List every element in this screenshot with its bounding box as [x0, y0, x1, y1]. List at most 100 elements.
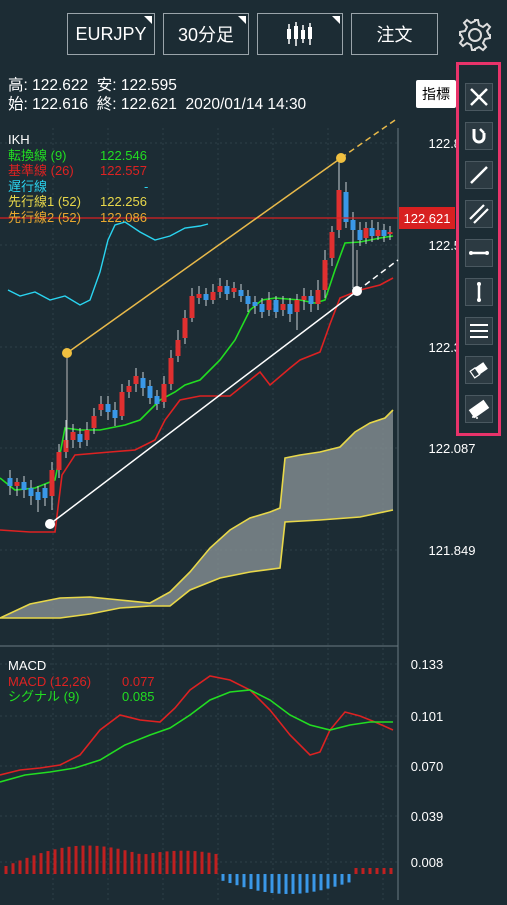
- macd-histogram-bar: [263, 874, 267, 892]
- candle-body: [147, 386, 153, 398]
- macd-histogram-bar: [256, 874, 260, 891]
- macd-axis-label: 0.133: [411, 657, 444, 672]
- close-tool-button[interactable]: [465, 83, 493, 111]
- macd-histogram-bar: [4, 866, 8, 874]
- candle-body: [259, 304, 265, 312]
- ikh-legend: IKH 転換線 (9) 122.546 基準線 (26) 122.557 遅行線 - …: [8, 132, 148, 225]
- signal-value: 0.085: [122, 689, 155, 704]
- gear-icon: [458, 18, 492, 52]
- candle-body: [315, 290, 321, 304]
- macd-histogram-bar: [60, 847, 64, 874]
- timeframe-selector[interactable]: 30分足: [163, 13, 249, 55]
- macd-histogram-bar: [144, 854, 148, 874]
- candle-body: [56, 452, 62, 470]
- candle-body: [231, 288, 237, 292]
- macd-histogram-bar: [179, 850, 183, 874]
- macd-histogram-bar: [39, 853, 43, 874]
- fib-levels-tool-button[interactable]: [465, 317, 493, 345]
- candle-body: [35, 492, 41, 500]
- macd-histogram-bar: [25, 857, 29, 874]
- macd-histogram-bar: [270, 874, 274, 893]
- macd-histogram-bar: [81, 845, 85, 874]
- macd-histogram-bar: [277, 874, 281, 894]
- candle-body: [322, 260, 328, 290]
- macd-histogram-bar: [53, 849, 57, 874]
- candle-body: [252, 302, 258, 306]
- chikou-value: -: [144, 178, 149, 194]
- parallel-channel-icon: [469, 204, 489, 224]
- macd-histogram-bar: [116, 848, 120, 874]
- macd-value: 0.077: [122, 673, 155, 689]
- trendline-anchor-point: [62, 348, 72, 358]
- candle-body: [294, 300, 300, 312]
- macd-axis-label: 0.008: [411, 855, 444, 870]
- candle-body: [77, 434, 83, 442]
- chart-type-selector[interactable]: [257, 13, 343, 55]
- macd-histogram-bar: [305, 874, 309, 893]
- macd-axis-label: 0.101: [411, 709, 444, 724]
- horizontal-line-tool-button[interactable]: [465, 239, 493, 267]
- macd-histogram-bar: [242, 874, 246, 888]
- ohlc-open-close-time: 始: 122.616 終: 122.621 2020/01/14 14:30: [8, 96, 307, 113]
- candle-body: [98, 404, 104, 410]
- dropdown-corner-icon: [238, 16, 246, 24]
- macd-histogram-bar: [74, 845, 78, 874]
- candle-body: [182, 318, 188, 338]
- candle-body: [210, 292, 216, 300]
- candle-body: [273, 300, 279, 312]
- macd-histogram-bar: [249, 874, 253, 890]
- candle-body: [154, 396, 160, 404]
- tenkan-label: 転換線 (9): [8, 147, 67, 163]
- indicator-button[interactable]: 指標: [416, 80, 456, 108]
- macd-histogram-bar: [340, 874, 344, 885]
- candle-body: [329, 232, 335, 258]
- order-button[interactable]: 注文: [351, 13, 438, 55]
- vertical-line-tool-button[interactable]: [465, 278, 493, 306]
- candle-body: [308, 296, 314, 304]
- candle-body: [42, 488, 48, 498]
- macd-histogram-bar: [130, 851, 134, 874]
- settings-button[interactable]: [456, 16, 494, 54]
- ikh-title: IKH: [8, 132, 30, 147]
- candle-body: [175, 340, 181, 356]
- symbol-label: EURJPY: [75, 23, 147, 44]
- chart-area[interactable]: 122.803 122.564 122.326 122.087 121.849 122.6…: [0, 116, 507, 900]
- candle-body: [217, 286, 223, 292]
- macd-title: MACD: [8, 658, 47, 673]
- macd-histogram-bar: [165, 851, 169, 874]
- macd-histogram-bar: [298, 874, 302, 894]
- trendline-anchor-point: [336, 153, 346, 163]
- candle-body: [28, 488, 34, 496]
- eraser-icon: [469, 362, 488, 379]
- close-icon: [470, 88, 488, 106]
- macd-histogram-bar: [151, 853, 155, 874]
- parallel-channel-tool-button[interactable]: [465, 200, 493, 228]
- chart-canvas[interactable]: 122.803122.564122.326122.087121.849122.6…: [0, 116, 507, 900]
- dropdown-corner-icon: [332, 16, 340, 24]
- candle-body: [203, 294, 209, 300]
- symbol-selector[interactable]: EURJPY: [67, 13, 155, 55]
- candle-body: [119, 392, 125, 416]
- candle-body: [381, 230, 387, 236]
- magnet-tool-button[interactable]: [465, 122, 493, 150]
- candle-body: [7, 478, 13, 486]
- current-price-label: 122.621: [404, 211, 451, 226]
- trendline-tool-button[interactable]: [465, 161, 493, 189]
- erase-all-tool-button[interactable]: [465, 395, 493, 423]
- candle-body: [336, 190, 342, 230]
- ohlc-info: 高: 122.622 安: 122.595 始: 122.616 終: 122.…: [8, 76, 306, 114]
- price-axis-label: 122.087: [429, 441, 476, 456]
- candle-body: [238, 290, 244, 296]
- trendline-anchor-point: [45, 519, 55, 529]
- macd-histogram-bar: [319, 874, 323, 891]
- eraser-tool-button[interactable]: [465, 356, 493, 384]
- macd-histogram-bar: [137, 853, 141, 874]
- macd-histogram-bar: [221, 874, 225, 881]
- macd-histogram-bar: [333, 874, 337, 887]
- candlestick-icon: [287, 22, 312, 46]
- macd-label: MACD (12,26): [8, 673, 92, 689]
- macd-histogram-bar: [375, 868, 379, 874]
- kijun-value: 122.557: [100, 163, 147, 178]
- timeframe-label: 30分足: [177, 25, 235, 45]
- macd-histogram-bar: [207, 852, 211, 874]
